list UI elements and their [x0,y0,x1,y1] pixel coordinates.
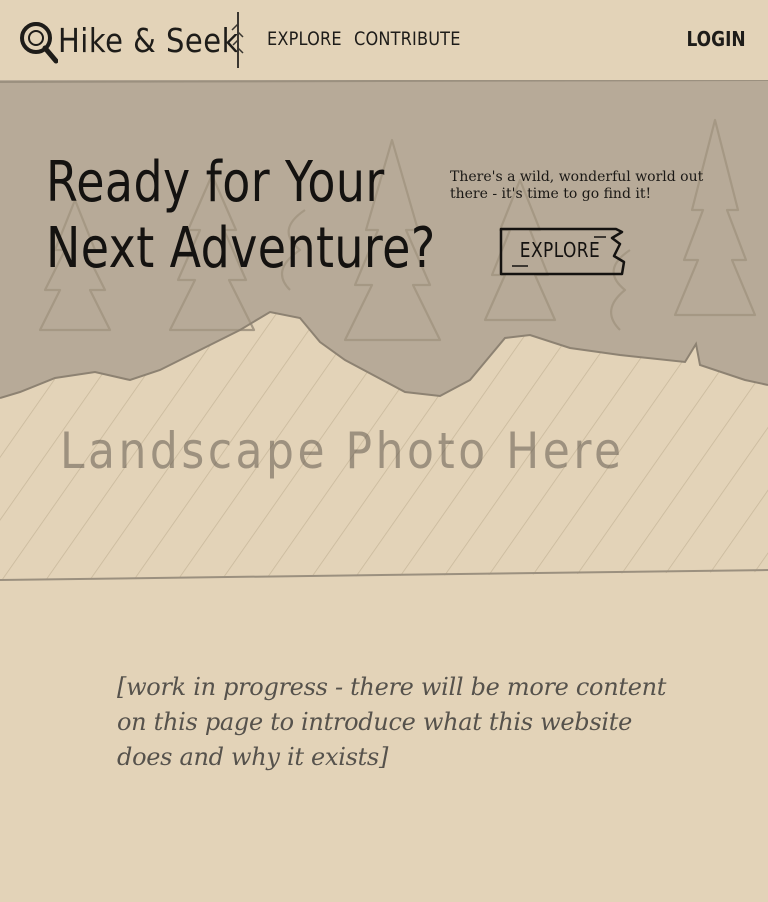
intro-text: [work in progress - there will be more c… [117,673,667,771]
page: Hike & Seek Explore Contribute Login [0,0,768,902]
nav-contribute-link[interactable]: Contribute [354,28,461,50]
magnifying-glass-icon [20,22,58,64]
site-header: Hike & Seek Explore Contribute Login [0,0,768,82]
brand-name: Hike & Seek [58,21,239,61]
brand-logo-link[interactable]: Hike & Seek [18,14,239,68]
feather-divider-icon [231,12,244,68]
hero-explore-button[interactable]: Explore [498,226,626,276]
nav-login-link[interactable]: Login [687,27,746,51]
hero-explore-label: Explore [519,238,601,262]
hero-title-line-1: Ready for Your [46,150,385,215]
hero-title: Ready for Your Next Adventure? [46,150,436,282]
landscape-photo-placeholder: Landscape Photo Here [60,422,625,480]
nav-explore-link[interactable]: Explore [267,28,342,50]
hero-tagline: There's a wild, wonderful world out ther… [450,169,704,202]
hero-title-line-2: Next Adventure? [46,216,436,281]
hero-section: Ready for Your Next Adventure? There's a… [0,80,768,585]
